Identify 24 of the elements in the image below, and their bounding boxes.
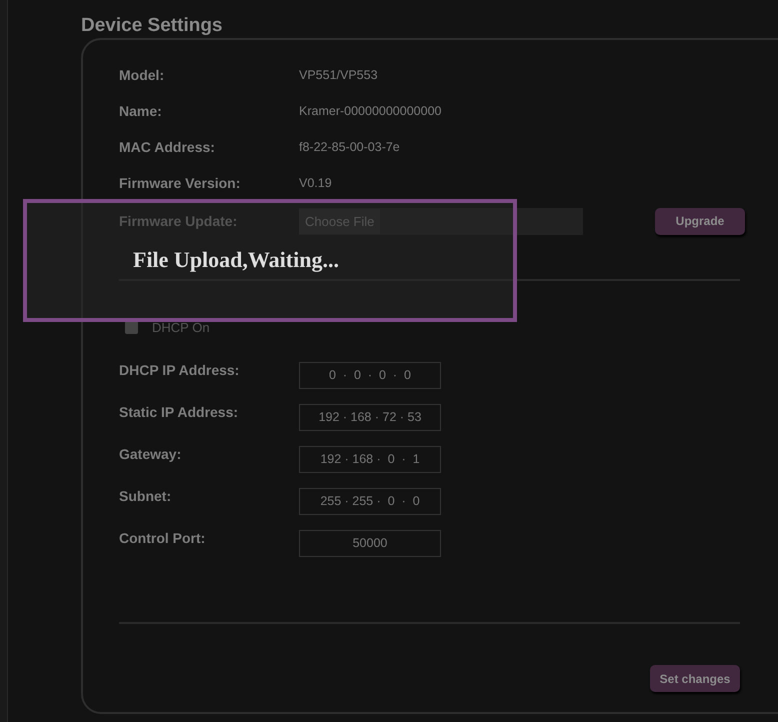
upgrade-button[interactable]: Upgrade: [655, 208, 745, 234]
checkbox-label: DHCP On: [152, 320, 210, 335]
checkbox[interactable]: [125, 321, 138, 334]
field-value: V0.19: [299, 176, 332, 190]
field-label: Static IP Address:: [119, 404, 240, 420]
field-value: Kramer-00000000000000: [299, 104, 442, 118]
input-field[interactable]: 255 · 255 · 0 · 0: [299, 488, 441, 514]
field-label: Name:: [119, 103, 163, 119]
field-label: Control Port:: [119, 530, 206, 546]
input-field[interactable]: 0 · 0 · 0 · 0: [299, 362, 441, 388]
input-field[interactable]: 192 · 168 · 0 · 1: [299, 446, 441, 472]
field-label: Firmware Version:: [119, 175, 242, 191]
input-field[interactable]: 192 · 168 · 72 · 53: [299, 404, 441, 430]
field-label: DHCP IP Address:: [119, 362, 240, 378]
set-changes-button[interactable]: Set changes: [650, 665, 740, 692]
field-label: Gateway:: [119, 446, 182, 462]
page-title: Device Settings: [80, 14, 224, 38]
field-label: MAC Address:: [119, 139, 216, 155]
dialog-message: File Upload,Waiting...: [133, 247, 340, 273]
field-value: VP551/VP553: [299, 68, 378, 82]
field-label: Subnet:: [119, 488, 172, 504]
input-field[interactable]: 50000: [299, 530, 441, 556]
field-value: f8-22-85-00-03-7e: [299, 140, 400, 154]
field-label: Model:: [119, 67, 166, 83]
